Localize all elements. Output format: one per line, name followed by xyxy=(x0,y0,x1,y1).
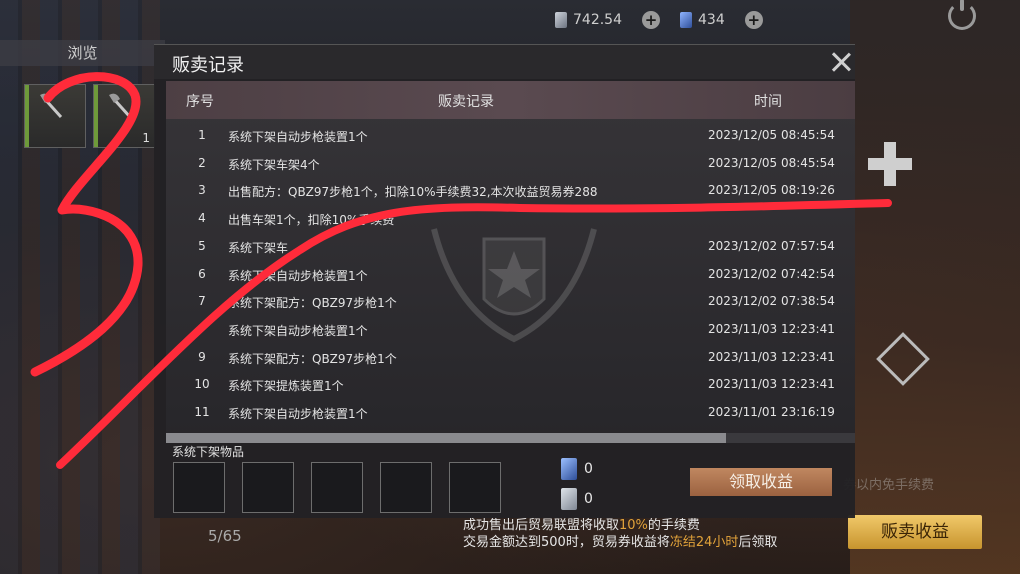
table-row: 3 出售配方：QBZ97步枪1个，扣除10%手续费32,本次收益贸易券288 202… xyxy=(166,178,855,204)
row-time: 2023/11/03 12:23:41 xyxy=(708,377,835,392)
row-time: 2023/12/02 07:57:54 xyxy=(708,238,835,253)
row-record: 系统下架自动步枪装置1个 xyxy=(228,407,368,421)
row-number: 11 xyxy=(194,405,210,419)
col-header-record: 贩卖记录 xyxy=(438,94,494,110)
trade-ticket-silver-icon xyxy=(561,488,577,510)
row-record: 系统下架自动步枪装置1个 xyxy=(228,130,368,144)
silver-currency-value: 742.54 xyxy=(573,12,622,28)
row-record: 系统下架自动步枪装置1个 xyxy=(228,323,368,338)
page-counter: 5/65 xyxy=(208,527,242,545)
currency-bar: 742.54 + 434 + xyxy=(555,8,777,32)
table-row: 5 系统下架车 2023/12/02 07:57:54 xyxy=(166,234,855,260)
row-number: 5 xyxy=(198,238,206,253)
fee-info: 成功售出后贸易联盟将收取10%的手续费 交易金额达到500时，贸易券收益将冻结2… xyxy=(463,518,778,550)
row-number: 4 xyxy=(198,211,206,226)
row-record: 系统下架提炼装置1个 xyxy=(228,379,344,394)
unlisted-item-slot[interactable] xyxy=(380,462,432,513)
unlisted-item-slot[interactable] xyxy=(311,462,363,513)
claim-revenue-button[interactable]: 领取收益 xyxy=(690,468,832,496)
row-time: 2023/12/02 07:42:54 xyxy=(708,266,835,281)
item-count: 1 xyxy=(142,131,150,145)
inventory-slot[interactable] xyxy=(24,84,86,148)
table-header: 序号 贩卖记录 时间 xyxy=(166,81,855,119)
add-blue-button[interactable]: + xyxy=(744,11,763,29)
row-number: 7 xyxy=(198,294,206,309)
hidden-tip-text: 券以内免手续费 xyxy=(843,478,935,493)
col-header-no: 序号 xyxy=(186,94,214,110)
inventory-slot[interactable]: 1 xyxy=(93,84,155,148)
row-number: 10 xyxy=(194,377,210,392)
trade-ticket-silver-icon xyxy=(555,12,567,28)
reward-silver-value: 0 xyxy=(584,491,593,507)
reward-blue-value: 0 xyxy=(584,461,593,477)
row-record: 出售配方：QBZ97步枪1个，扣除10%手续费32,本次收益贸易券288 xyxy=(228,185,598,200)
unlisted-item-slot[interactable] xyxy=(242,462,294,513)
rarity-bar xyxy=(25,85,29,147)
row-time: 2023/11/01 23:16:19 xyxy=(708,405,835,419)
tab-browse[interactable]: 浏览 xyxy=(0,40,165,66)
record-table[interactable]: 1 系统下架自动步枪装置1个 2023/12/05 08:45:54 2 系统下架车架4… xyxy=(166,119,855,433)
dialog-header: 贩卖记录 xyxy=(154,45,855,79)
rarity-bar xyxy=(94,85,98,147)
row-record: 出售车架1个，扣除10%手续费 xyxy=(228,213,395,228)
trade-ticket-blue-icon xyxy=(561,458,577,480)
table-row: 1 系统下架自动步枪装置1个 2023/12/05 08:45:54 xyxy=(166,123,855,149)
row-number: 1 xyxy=(198,128,206,142)
col-header-time: 时间 xyxy=(754,94,782,110)
row-record: 系统下架自动步枪装置1个 xyxy=(228,268,368,283)
sell-revenue-button[interactable]: 贩卖收益 xyxy=(848,515,982,549)
table-row: 系统下架自动步枪装置1个 2023/11/03 12:23:41 xyxy=(166,317,855,343)
row-time: 2023/12/05 08:45:54 xyxy=(708,128,835,142)
row-record: 系统下架配方：QBZ97步枪1个 xyxy=(228,296,397,311)
table-row: 11 系统下架自动步枪装置1个 2023/11/01 23:16:19 xyxy=(166,400,855,426)
table-row: 9 系统下架配方：QBZ97步枪1个 2023/11/03 12:23:41 xyxy=(166,345,855,371)
blue-currency-value: 434 xyxy=(698,12,725,28)
row-time: 2023/12/05 08:45:54 xyxy=(708,155,835,170)
row-number: 2 xyxy=(198,155,206,170)
table-row: 4 出售车架1个，扣除10%手续费 xyxy=(166,206,855,232)
axe-icon xyxy=(109,93,132,119)
unlisted-item-slot[interactable] xyxy=(173,462,225,513)
row-time: 2023/11/03 12:23:41 xyxy=(708,349,835,364)
unlisted-items-title: 系统下架物品 xyxy=(172,445,245,459)
table-row: 7 系统下架配方：QBZ97步枪1个 2023/12/02 07:38:54 xyxy=(166,289,855,315)
row-record: 系统下架配方：QBZ97步枪1个 xyxy=(228,351,397,366)
power-icon[interactable] xyxy=(948,0,976,30)
table-row: 6 系统下架自动步枪装置1个 2023/12/02 07:42:54 xyxy=(166,262,855,288)
horizontal-scrollbar[interactable] xyxy=(166,433,855,443)
add-silver-button[interactable]: + xyxy=(642,11,660,29)
row-time: 2023/11/03 12:23:41 xyxy=(708,321,835,336)
axe-icon xyxy=(40,93,63,119)
dialog-title: 贩卖记录 xyxy=(172,55,244,76)
add-slot-icon[interactable] xyxy=(868,142,912,186)
row-time: 2023/12/02 07:38:54 xyxy=(708,294,835,309)
row-record: 系统下架车架4个 xyxy=(228,157,320,172)
sales-record-dialog: 贩卖记录 序号 贩卖记录 时间 1 系统下架自动步枪装置1个 2023/12/05 … xyxy=(154,44,855,518)
row-record: 系统下架车 xyxy=(228,240,289,255)
unlisted-item-slot[interactable] xyxy=(449,462,501,513)
row-number: 6 xyxy=(198,266,206,281)
table-row: 10 系统下架提炼装置1个 2023/11/03 12:23:41 xyxy=(166,372,855,398)
row-number: 3 xyxy=(198,183,206,198)
table-row: 2 系统下架车架4个 2023/12/05 08:45:54 xyxy=(166,151,855,177)
row-time: 2023/12/05 08:19:26 xyxy=(708,183,835,198)
close-icon[interactable] xyxy=(830,51,852,73)
scrollbar-thumb[interactable] xyxy=(166,433,726,443)
trade-ticket-blue-icon xyxy=(680,12,692,28)
row-number: 9 xyxy=(198,349,206,364)
